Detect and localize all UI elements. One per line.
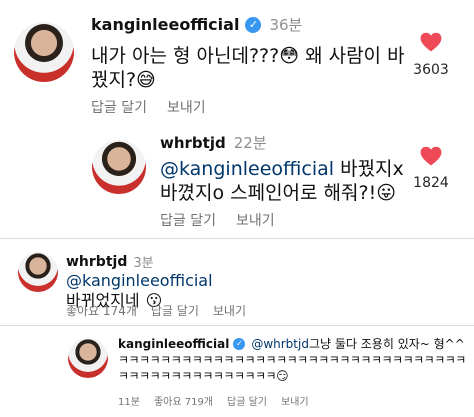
comment-actions: 답글 달기 보내기	[160, 210, 275, 230]
comment-header: kanginleeofficial ✓ 36분	[91, 14, 302, 35]
comment-text-part: 내가 아는 형 아닌데???	[91, 45, 280, 67]
sweat-smile-emoji: 😅	[136, 69, 156, 92]
comment-header: whrbtjd 3분	[66, 252, 154, 272]
like-count-label[interactable]: 좋아요 174개	[66, 302, 137, 319]
reply-button[interactable]: 답글 달기	[227, 393, 267, 408]
heart-icon[interactable]	[420, 146, 442, 166]
send-button[interactable]: 보내기	[213, 302, 246, 319]
flushed-emoji: 😳	[279, 45, 300, 67]
divider	[0, 325, 474, 326]
comment-header: kanginleeofficial ✓ @whrbtjd 그냥 둘다 조용히 있…	[118, 335, 465, 352]
comment-actions: 좋아요 174개 답글 달기 보내기	[66, 302, 246, 319]
comment-actions: 11분 좋아요 719개 답글 달기 보내기	[118, 393, 309, 408]
mention-link[interactable]: @kanginleeofficial	[160, 158, 334, 180]
send-button[interactable]: 보내기	[236, 210, 275, 230]
like-count: 3603	[413, 62, 449, 78]
reply-button[interactable]: 답글 달기	[91, 97, 147, 117]
like-count-label[interactable]: 좋아요 719개	[154, 393, 213, 408]
laugh-text: ㅋㅋㅋㅋㅋㅋㅋㅋㅋㅋㅋㅋㅋㅋㅋㅋㅋㅋㅋㅋㅋㅋㅋㅋㅋㅋㅋㅋㅋㅋㅋㅋㅋㅋㅋㅋㅋㅋㅋㅋ…	[118, 353, 466, 383]
avatar[interactable]	[14, 22, 74, 82]
avatar[interactable]	[68, 338, 108, 378]
avatar[interactable]	[92, 140, 146, 194]
timestamp: 36분	[269, 16, 303, 34]
comment-text: 내가 아는 형 아닌데???😳 왜 사람이 바꿨지?😅	[91, 44, 421, 93]
tongue-emoji: 😛	[376, 182, 397, 205]
reply-button[interactable]: 답글 달기	[151, 302, 199, 319]
username[interactable]: whrbtjd	[66, 254, 127, 270]
avatar[interactable]	[18, 252, 58, 292]
smirk-emoji: 😏	[276, 368, 289, 383]
verified-badge-icon: ✓	[233, 337, 246, 350]
comment-actions: 답글 달기 보내기	[91, 97, 206, 117]
timestamp: 11분	[118, 397, 140, 408]
mention-link[interactable]: @kanginleeofficial	[66, 271, 213, 290]
comment-text: ㅋㅋㅋㅋㅋㅋㅋㅋㅋㅋㅋㅋㅋㅋㅋㅋㅋㅋㅋㅋㅋㅋㅋㅋㅋㅋㅋㅋㅋㅋㅋㅋㅋㅋㅋㅋㅋㅋㅋㅋ…	[118, 353, 468, 385]
comment-text: @kanginleeofficial 바꿨지x 바꼈지o 스페인어로 해줘?!😛	[160, 157, 420, 206]
mention-link[interactable]: @whrbtjd	[251, 337, 309, 351]
reply-button[interactable]: 답글 달기	[160, 210, 216, 230]
comment-header: whrbtjd 22분	[160, 132, 267, 153]
username[interactable]: kanginleeofficial	[91, 15, 239, 34]
username[interactable]: whrbtjd	[160, 134, 226, 152]
like-count: 1824	[413, 175, 449, 191]
send-button[interactable]: 보내기	[281, 393, 309, 408]
comment-text-part: 그냥 둘다 조용히 있자~ 형^^	[308, 337, 465, 351]
verified-badge-icon: ✓	[245, 16, 262, 33]
username[interactable]: kanginleeofficial	[118, 337, 229, 351]
divider	[0, 238, 474, 239]
timestamp: 3분	[133, 256, 154, 271]
heart-icon[interactable]	[420, 32, 442, 52]
timestamp: 22분	[233, 134, 267, 152]
send-button[interactable]: 보내기	[167, 97, 206, 117]
